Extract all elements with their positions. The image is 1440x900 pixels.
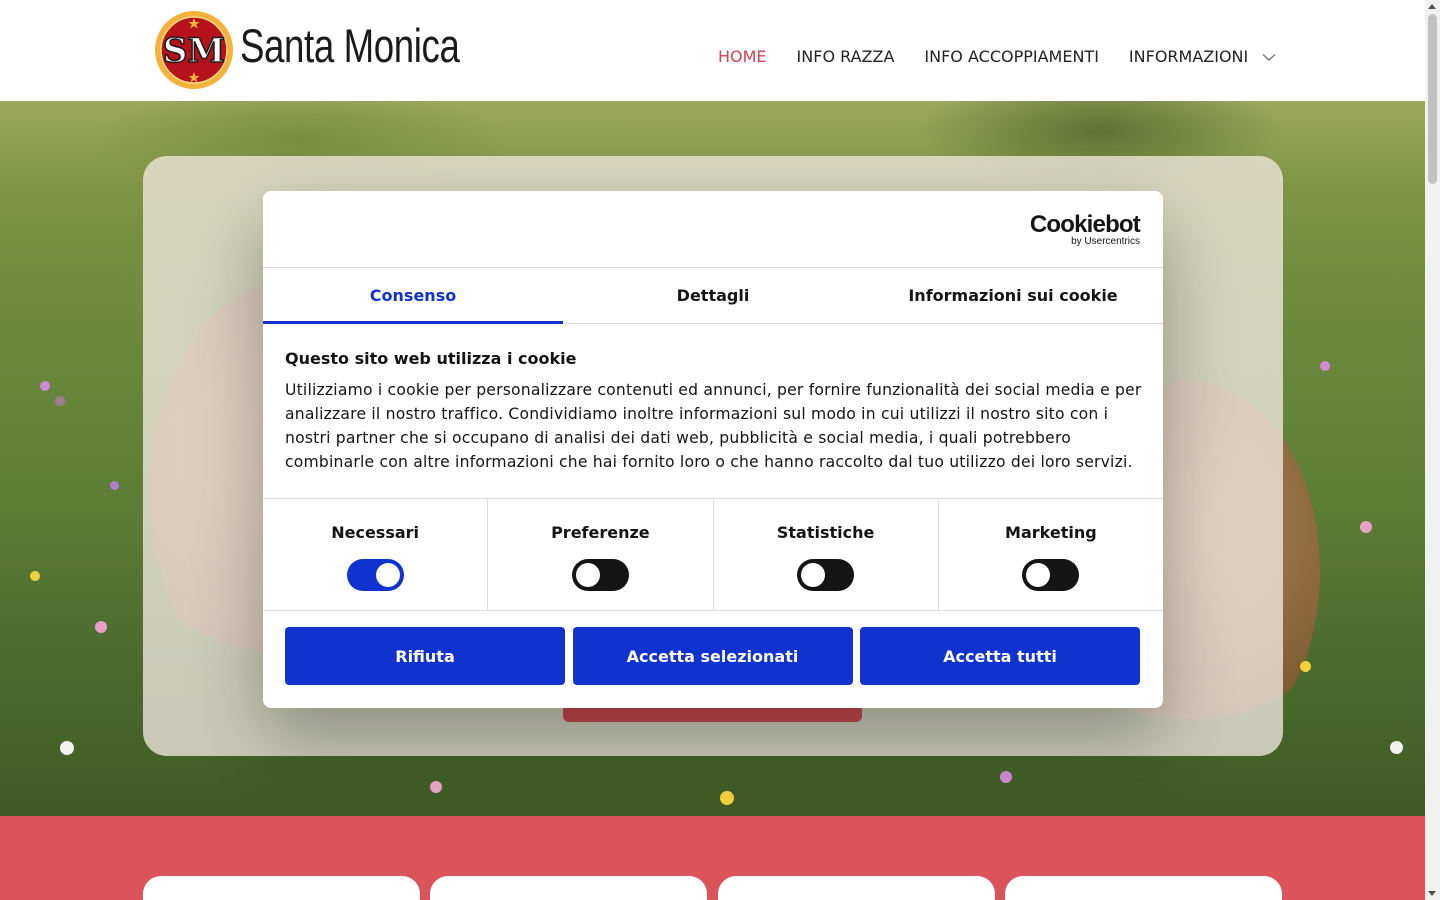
cookiebot-logo: Cookiebot by Usercentrics <box>1029 211 1141 248</box>
toggle-marketing[interactable] <box>1022 559 1080 591</box>
pref-label: Marketing <box>1005 523 1097 542</box>
tab-informazioni-sui-cookie[interactable]: Informazioni sui cookie <box>863 268 1163 323</box>
reject-button[interactable]: Rifiuta <box>285 627 565 685</box>
pref-label: Preferenze <box>551 523 650 542</box>
pref-necessari: Necessari <box>263 499 489 610</box>
pref-preferenze: Preferenze <box>488 499 714 610</box>
accept-selected-button[interactable]: Accetta selezionati <box>572 627 853 685</box>
page-scrollbar[interactable] <box>1425 0 1440 900</box>
tab-dettagli[interactable]: Dettagli <box>563 268 863 323</box>
cookie-preferences: Necessari Preferenze Statistiche Marketi… <box>263 498 1163 611</box>
pref-label: Statistiche <box>776 523 875 542</box>
cookie-buttons: Rifiuta Accetta selezionati Accetta tutt… <box>285 627 1140 685</box>
cookie-tabs: Consenso Dettagli Informazioni sui cooki… <box>263 267 1163 324</box>
site-logo[interactable]: SM <box>154 10 234 90</box>
cookie-title: Questo sito web utilizza i cookie <box>285 349 577 368</box>
feature-card[interactable] <box>430 876 707 900</box>
chevron-down-icon <box>1262 53 1276 61</box>
nav-home[interactable]: HOME <box>718 47 767 66</box>
features-band <box>0 816 1425 900</box>
site-header: SM Santa Monica HOME INFO RAZZA INFO ACC… <box>0 0 1425 101</box>
nav-info-accoppiamenti[interactable]: INFO ACCOPPIAMENTI <box>924 47 1099 66</box>
nav-informazioni-dropdown[interactable]: INFORMAZIONI <box>1129 47 1276 66</box>
svg-text:SM: SM <box>163 31 225 71</box>
scroll-up-icon[interactable] <box>1428 4 1436 9</box>
scroll-down-icon[interactable] <box>1428 891 1436 896</box>
pref-statistiche: Statistiche <box>714 499 939 610</box>
scrollbar-thumb[interactable] <box>1428 14 1437 184</box>
nav-info-razza[interactable]: INFO RAZZA <box>797 47 895 66</box>
pref-label: Necessari <box>331 523 420 542</box>
toggle-necessari[interactable] <box>346 559 404 591</box>
main-nav: HOME INFO RAZZA INFO ACCOPPIAMENTI INFOR… <box>718 47 1276 66</box>
nav-informazioni-label: INFORMAZIONI <box>1128 47 1249 66</box>
feature-card[interactable] <box>143 876 420 900</box>
toggle-preferenze[interactable] <box>571 559 629 591</box>
brand-name[interactable]: Santa Monica <box>240 18 460 73</box>
cookie-description: Utilizziamo i cookie per personalizzare … <box>285 381 1142 471</box>
feature-card[interactable] <box>718 876 995 900</box>
cookie-consent-dialog: Cookiebot by Usercentrics Consenso Detta… <box>263 191 1163 708</box>
accept-all-button[interactable]: Accetta tutti <box>860 627 1140 685</box>
logo-emblem-icon: SM <box>155 11 233 89</box>
tab-consenso[interactable]: Consenso <box>263 268 563 324</box>
pref-marketing: Marketing <box>939 499 1163 610</box>
toggle-statistiche[interactable] <box>797 559 855 591</box>
feature-card[interactable] <box>1005 876 1282 900</box>
